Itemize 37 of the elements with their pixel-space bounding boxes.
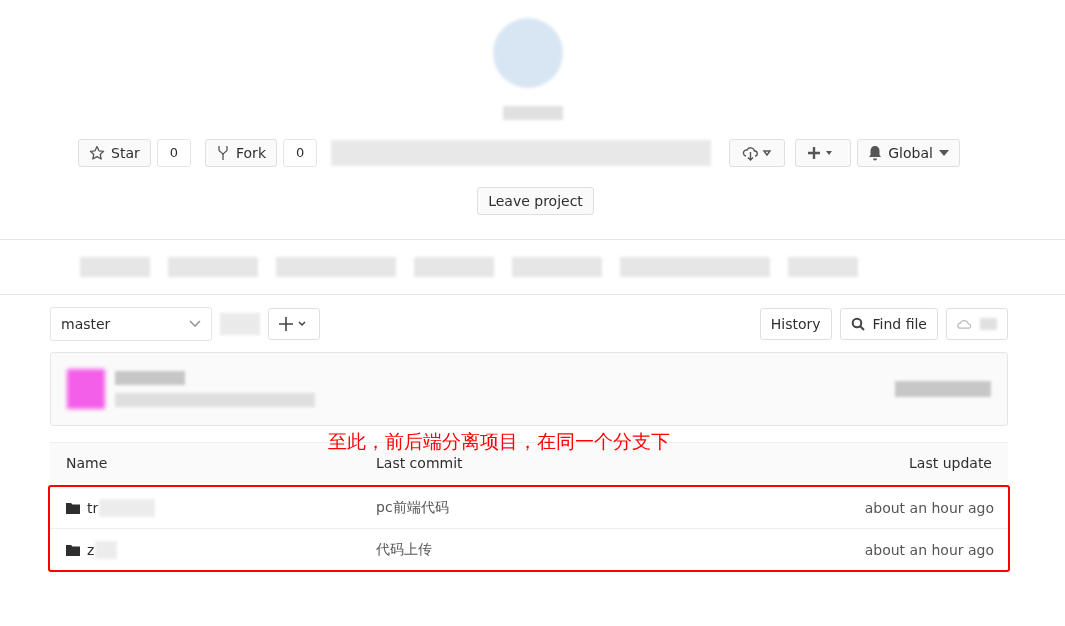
notification-button[interactable]: Global xyxy=(857,139,960,167)
column-header: Last update xyxy=(908,455,992,471)
folder-icon xyxy=(66,543,80,556)
update-time: about an hour ago xyxy=(863,499,994,516)
search-icon xyxy=(850,317,865,331)
add-button[interactable] xyxy=(268,308,320,340)
commit-message-link[interactable]: pc前端代码 xyxy=(376,498,794,517)
leave-project-button[interactable]: Leave project xyxy=(477,187,594,215)
folder-link[interactable]: tr xyxy=(87,499,99,516)
fork-button[interactable]: Fork xyxy=(205,139,277,167)
column-header: Last commit xyxy=(376,455,464,471)
fork-count[interactable]: 0 xyxy=(283,139,318,167)
column-header: Name xyxy=(66,455,109,471)
plus-caret-icon xyxy=(279,316,309,332)
cloud-download-icon xyxy=(742,145,773,161)
bell-icon xyxy=(868,145,883,161)
caret-icon xyxy=(938,150,949,156)
annotation-text: 至此，前后端分离项目，在同一个分支下 xyxy=(327,429,671,454)
star-icon xyxy=(89,145,105,161)
update-time: about an hour ago xyxy=(863,541,994,558)
fork-icon xyxy=(216,145,230,161)
new-item-button[interactable] xyxy=(795,139,852,167)
redacted-project-name xyxy=(502,106,563,120)
star-count[interactable]: 0 xyxy=(156,139,191,167)
redacted-avatar xyxy=(67,369,105,409)
redacted-avatar xyxy=(492,18,563,88)
folder-link[interactable]: z xyxy=(87,541,95,558)
folder-icon xyxy=(66,501,80,514)
history-button[interactable]: History xyxy=(759,308,832,340)
redacted-author xyxy=(115,371,185,385)
download-button[interactable] xyxy=(729,139,786,167)
commit-message-link[interactable]: 代码上传 xyxy=(376,540,794,559)
chevron-down-icon xyxy=(189,320,201,328)
branch-select[interactable]: master xyxy=(50,307,212,341)
cloud-icon xyxy=(957,317,973,331)
star-button[interactable]: Star xyxy=(78,139,151,167)
find-file-button[interactable]: Find file xyxy=(839,308,938,340)
